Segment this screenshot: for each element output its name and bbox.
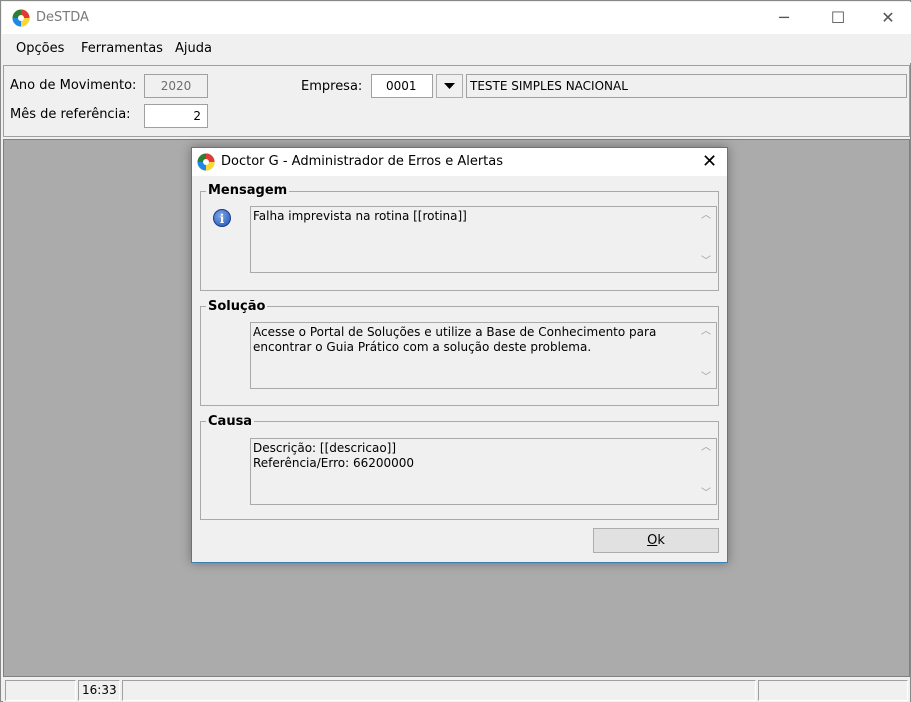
empresa-name-field: TESTE SIMPLES NACIONAL: [466, 74, 907, 98]
ano-input[interactable]: 2020: [144, 74, 208, 98]
ano-label: Ano de Movimento:: [10, 78, 137, 93]
ok-label-rest: k: [657, 533, 665, 548]
dialog-title-bar: Doctor G - Administrador de Erros e Aler…: [192, 148, 727, 176]
menu-ferramentas[interactable]: Ferramentas: [81, 41, 163, 56]
scroll-down-icon[interactable]: ﹀: [697, 255, 715, 269]
dialog-close-button[interactable]: ✕: [692, 148, 727, 176]
ok-button[interactable]: Ok: [593, 528, 719, 553]
window-title: DeSTDA: [36, 10, 89, 25]
dialog-title: Doctor G - Administrador de Erros e Aler…: [221, 154, 504, 169]
dialog-logo-icon: [197, 153, 215, 171]
empresa-label: Empresa:: [301, 79, 363, 94]
causa-legend: Causa: [206, 414, 255, 429]
scroll-down-icon[interactable]: ﹀: [697, 487, 715, 501]
mensagem-group: Falha imprevista na rotina [[rotina]] ︿ …: [200, 191, 719, 291]
error-dialog: Doctor G - Administrador de Erros e Aler…: [191, 147, 728, 563]
mes-label: Mês de referência:: [10, 107, 131, 122]
mensagem-legend: Mensagem: [206, 183, 290, 198]
dropdown-arrow-icon: [444, 83, 455, 89]
causa-text: Descrição: [[descricao]] Referência/Erro…: [253, 441, 415, 470]
status-panel-3: [122, 680, 756, 701]
causa-memo[interactable]: Descrição: [[descricao]] Referência/Erro…: [250, 438, 717, 505]
solucao-legend: Solução: [206, 299, 268, 314]
menu-ajuda[interactable]: Ajuda: [175, 41, 212, 56]
menu-bar: Opções Ferramentas Ajuda: [2, 34, 911, 63]
scroll-up-icon[interactable]: ︿: [697, 209, 715, 223]
status-time: 16:33: [78, 680, 120, 701]
close-window-button[interactable]: ✕: [865, 3, 911, 33]
menu-opcoes[interactable]: Opções: [16, 41, 64, 56]
scroll-up-icon[interactable]: ︿: [697, 441, 715, 455]
solucao-text: Acesse o Portal de Soluções e utilize a …: [253, 325, 661, 354]
scroll-up-icon[interactable]: ︿: [697, 325, 715, 339]
status-bar: 16:33: [3, 678, 910, 702]
status-panel-1: [5, 680, 76, 701]
solucao-memo[interactable]: Acesse o Portal de Soluções e utilize a …: [250, 322, 717, 389]
info-icon: i: [213, 209, 231, 227]
empresa-code-input[interactable]: 0001: [371, 74, 433, 98]
app-window: DeSTDA ─ ☐ ✕ Opções Ferramentas Ajuda An…: [0, 0, 911, 702]
minimize-button[interactable]: ─: [761, 3, 807, 33]
title-bar: DeSTDA ─ ☐ ✕: [2, 2, 911, 34]
mensagem-text: Falha imprevista na rotina [[rotina]]: [253, 209, 467, 223]
mensagem-memo[interactable]: Falha imprevista na rotina [[rotina]] ︿ …: [250, 206, 717, 273]
status-panel-4: [758, 680, 908, 701]
solucao-group: Acesse o Portal de Soluções e utilize a …: [200, 306, 719, 406]
ok-label-accelerator: O: [647, 533, 658, 548]
scroll-down-icon[interactable]: ﹀: [697, 371, 715, 385]
causa-group: Descrição: [[descricao]] Referência/Erro…: [200, 421, 719, 520]
maximize-button[interactable]: ☐: [815, 3, 861, 33]
app-logo-icon: [12, 9, 30, 27]
empresa-dropdown-button[interactable]: [436, 74, 463, 98]
mes-input[interactable]: 2: [144, 104, 208, 128]
parameters-panel: Ano de Movimento: 2020 Mês de referência…: [3, 65, 910, 137]
